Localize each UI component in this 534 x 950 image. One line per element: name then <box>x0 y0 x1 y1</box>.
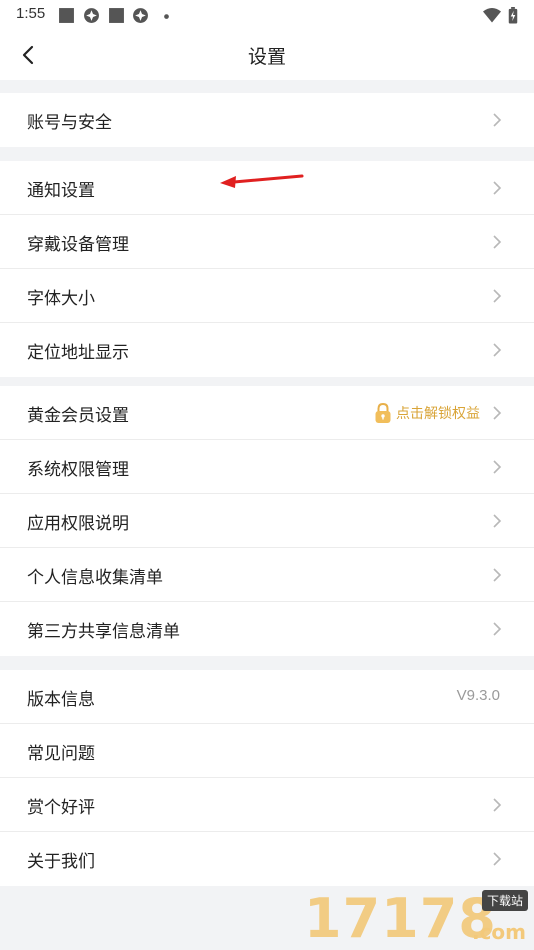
annotation-arrow-icon <box>220 174 304 188</box>
row-font-size[interactable]: 字体大小 <box>0 269 534 323</box>
section-about: 版本信息 V9.3.0 常见问题 赏个好评 关于我们 <box>0 670 534 886</box>
status-bar: 1:55 <box>0 0 534 30</box>
unlock-promo[interactable]: 点击解锁权益 <box>374 401 480 425</box>
row-label: 定位地址显示 <box>27 343 129 363</box>
chevron-right-icon <box>493 343 502 357</box>
nav-bar: 设置 <box>0 30 534 80</box>
pinwheel-icon <box>84 8 99 23</box>
promo-text: 点击解锁权益 <box>396 406 480 422</box>
version-value: V9.3.0 <box>456 687 500 704</box>
row-faq[interactable]: 常见问题 <box>0 724 534 778</box>
watermark-badge: 下载站 <box>481 890 528 911</box>
chevron-right-icon <box>493 406 502 420</box>
section-privacy: 黄金会员设置 点击解锁权益 系统权限管理 应用权限说明 个人信息收集清单 第三方… <box>0 386 534 656</box>
row-label: 账号与安全 <box>27 113 112 133</box>
row-label: 第三方共享信息清单 <box>27 622 180 642</box>
row-label: 个人信息收集清单 <box>27 568 163 588</box>
row-system-permissions[interactable]: 系统权限管理 <box>0 440 534 494</box>
row-location-display[interactable]: 定位地址显示 <box>0 323 534 377</box>
row-app-permissions[interactable]: 应用权限说明 <box>0 494 534 548</box>
section-general: 通知设置 穿戴设备管理 字体大小 定位地址显示 <box>0 161 534 377</box>
lock-icon <box>375 402 391 423</box>
chevron-right-icon <box>493 798 502 812</box>
row-label: 穿戴设备管理 <box>27 235 129 255</box>
chevron-right-icon <box>493 113 502 127</box>
row-third-party-sharing[interactable]: 第三方共享信息清单 <box>0 602 534 656</box>
wifi-icon <box>483 8 501 23</box>
row-label: 字体大小 <box>27 289 95 309</box>
row-version-info[interactable]: 版本信息 V9.3.0 <box>0 670 534 724</box>
dot-icon <box>164 14 169 19</box>
battery-charging-icon <box>508 7 518 24</box>
row-account-security[interactable]: 账号与安全 <box>0 93 534 147</box>
section-account: 账号与安全 <box>0 93 534 147</box>
chevron-right-icon <box>493 568 502 582</box>
square-icon <box>109 8 124 23</box>
watermark: 17178 下载站 .com <box>304 888 532 948</box>
chevron-right-icon <box>493 235 502 249</box>
row-label: 关于我们 <box>27 852 95 872</box>
chevron-right-icon <box>493 852 502 866</box>
row-label: 版本信息 <box>27 690 95 710</box>
chevron-right-icon <box>493 289 502 303</box>
row-label: 黄金会员设置 <box>27 406 129 426</box>
row-personal-info-list[interactable]: 个人信息收集清单 <box>0 548 534 602</box>
row-rate-app[interactable]: 赏个好评 <box>0 778 534 832</box>
row-label: 赏个好评 <box>27 798 95 818</box>
row-about-us[interactable]: 关于我们 <box>0 832 534 886</box>
square-icon <box>59 8 74 23</box>
watermark-suffix: .com <box>471 920 526 944</box>
watermark-number: 17178 <box>304 887 497 950</box>
row-label: 应用权限说明 <box>27 514 129 534</box>
status-time: 1:55 <box>16 5 46 22</box>
chevron-right-icon <box>493 181 502 195</box>
row-gold-membership[interactable]: 黄金会员设置 点击解锁权益 <box>0 386 534 440</box>
page-title: 设置 <box>247 46 286 68</box>
row-wearable-devices[interactable]: 穿戴设备管理 <box>0 215 534 269</box>
chevron-right-icon <box>493 622 502 636</box>
row-label: 通知设置 <box>27 181 95 201</box>
pinwheel-icon <box>133 8 148 23</box>
row-label: 常见问题 <box>27 744 95 764</box>
chevron-right-icon <box>493 460 502 474</box>
chevron-right-icon <box>493 514 502 528</box>
row-label: 系统权限管理 <box>27 460 129 480</box>
